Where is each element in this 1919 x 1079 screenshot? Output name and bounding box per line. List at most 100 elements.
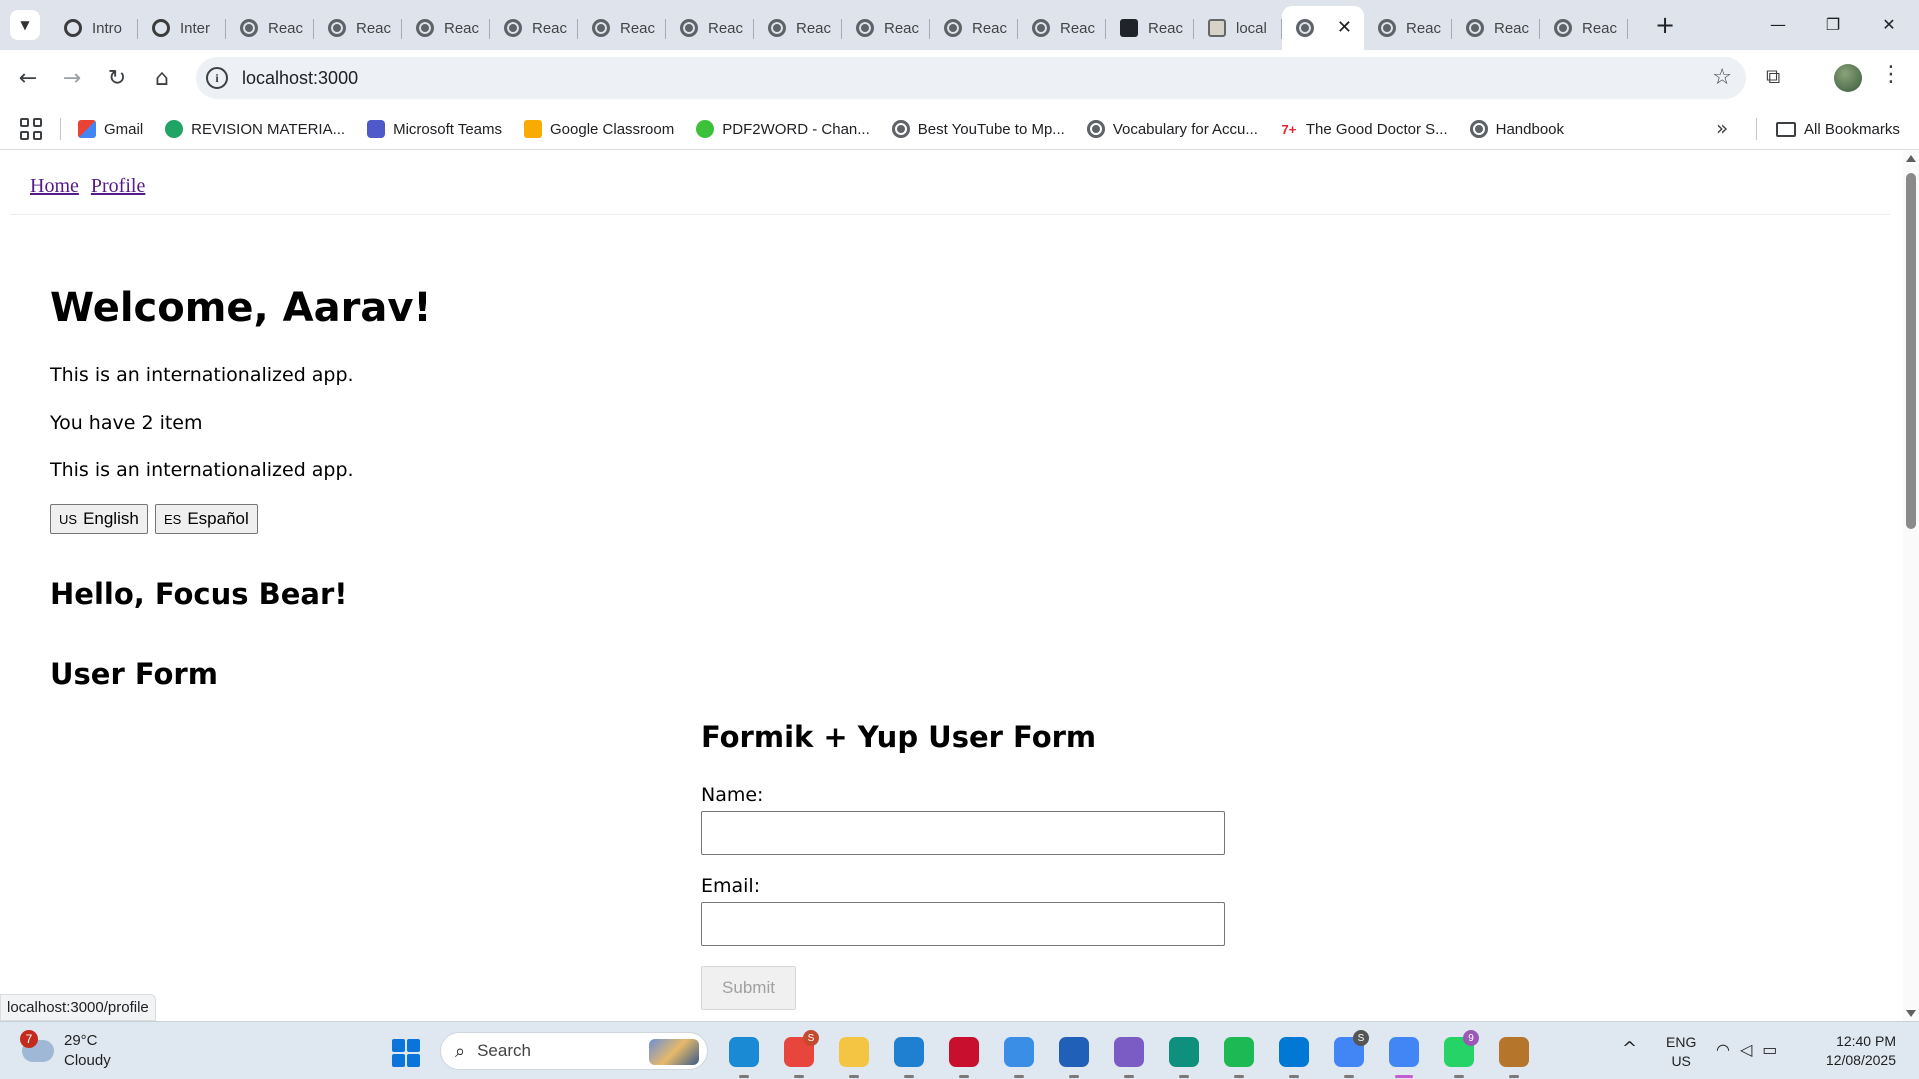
email-input[interactable]	[701, 902, 1225, 946]
tab[interactable]: Reac	[402, 9, 490, 47]
apps-grid-icon[interactable]	[20, 118, 42, 140]
system-clock[interactable]: 12:40 PM 12/08/2025	[1800, 1032, 1896, 1070]
taskbar-search[interactable]: ⌕ Search	[440, 1032, 708, 1070]
bookmark-label: Google Classroom	[550, 120, 675, 138]
tab[interactable]: Reac	[578, 9, 666, 47]
taskbar-app[interactable]	[889, 1032, 929, 1078]
tab[interactable]: Reac	[930, 9, 1018, 47]
windows-start-icon[interactable]	[392, 1039, 420, 1067]
bookmark-item[interactable]: Google Classroom	[524, 120, 674, 138]
all-bookmarks-button[interactable]: All Bookmarks	[1776, 108, 1900, 150]
bookmark-star-icon[interactable]: ☆	[1712, 65, 1732, 90]
tab[interactable]: Reac	[314, 9, 402, 47]
tab[interactable]: Reac	[666, 9, 754, 47]
tab[interactable]: Inter	[138, 9, 226, 47]
tab[interactable]: Reac	[754, 9, 842, 47]
bookmark-label: Best YouTube to Mp...	[917, 120, 1065, 138]
tab-label: Reac	[1060, 19, 1096, 37]
submit-button[interactable]: Submit	[701, 966, 796, 1010]
class-icon	[524, 120, 543, 138]
taskbar-app[interactable]	[1164, 1032, 1204, 1078]
taskbar-app[interactable]: S	[1329, 1030, 1369, 1078]
app-nav: Home Profile	[30, 175, 157, 198]
tab[interactable]: Reac	[842, 9, 930, 47]
scroll-thumb[interactable]	[1906, 173, 1916, 529]
site-info-icon[interactable]: i	[206, 67, 228, 89]
bookmark-item[interactable]: Handbook	[1469, 120, 1564, 138]
bookmark-item[interactable]: REVISION MATERIA...	[165, 120, 345, 138]
bookmark-item[interactable]: Vocabulary for Accu...	[1086, 120, 1258, 138]
bookmark-item[interactable]: Microsoft Teams	[367, 120, 502, 138]
taskbar-app[interactable]	[834, 1032, 874, 1078]
taskbar-app[interactable]	[1274, 1032, 1314, 1078]
input-language[interactable]: ENG US	[1666, 1033, 1696, 1071]
more-bookmarks-icon[interactable]: »	[1716, 116, 1728, 140]
tab[interactable]: Reac	[1540, 9, 1628, 47]
nav-link-profile[interactable]: Profile	[91, 175, 145, 197]
taskbar-app[interactable]	[944, 1032, 984, 1078]
volume-icon: ◁	[1739, 1040, 1753, 1059]
tab[interactable]: Reac	[1018, 9, 1106, 47]
tab[interactable]: Reac	[490, 9, 578, 47]
wifi-icon: ◠	[1716, 1040, 1730, 1059]
show-hidden-icons-chevron-icon[interactable]: ^	[1622, 1038, 1637, 1059]
app-badge: 9	[1463, 1030, 1479, 1046]
taskbar-app[interactable]	[1384, 1032, 1424, 1078]
copilot-icon	[1004, 1037, 1034, 1067]
spanish-button[interactable]: ES Español	[155, 504, 258, 534]
close-tab-icon[interactable]: ✕	[1337, 17, 1352, 38]
running-indicator	[1234, 1075, 1244, 1078]
taskbar-app[interactable]: S	[779, 1030, 819, 1078]
taskbar-app[interactable]	[1219, 1032, 1259, 1078]
taskbar-app[interactable]	[1494, 1032, 1534, 1078]
tab[interactable]: local	[1194, 9, 1282, 47]
tab-search-button[interactable]: ▼	[10, 10, 40, 40]
all-bookmarks-label: All Bookmarks	[1804, 120, 1900, 138]
tab[interactable]: Reac	[1364, 9, 1452, 47]
profile-avatar[interactable]	[1834, 64, 1862, 92]
new-tab-button[interactable]: +	[1650, 10, 1680, 40]
taskbar-app[interactable]: 9	[1439, 1030, 1479, 1078]
taskbar-app[interactable]	[999, 1032, 1039, 1078]
bookmark-item[interactable]: PDF2WORD - Chan...	[696, 120, 870, 138]
system-tray[interactable]: ◠ ◁ ▭	[1716, 1040, 1787, 1059]
bookmark-item[interactable]: Gmail	[78, 120, 143, 138]
close-window-button[interactable]: ✕	[1869, 8, 1909, 40]
extensions-icon[interactable]: ⧉	[1766, 64, 1792, 90]
reload-button[interactable]: ↻	[101, 62, 133, 94]
nav-divider	[10, 214, 1890, 215]
tab-label: Reac	[532, 19, 568, 37]
menu-kebab-icon[interactable]: ⋮	[1880, 62, 1902, 87]
english-button-label: English	[83, 509, 139, 528]
tab[interactable]: Reac	[1106, 9, 1194, 47]
address-text[interactable]: localhost:3000	[242, 68, 358, 89]
forward-button[interactable]: →	[56, 62, 88, 94]
tab[interactable]: Reac	[1452, 9, 1540, 47]
nav-link-home[interactable]: Home	[30, 175, 79, 197]
scroll-down-arrow-icon[interactable]	[1906, 1010, 1916, 1017]
name-input[interactable]	[701, 811, 1225, 855]
address-bar[interactable]: i localhost:3000 ☆	[196, 57, 1746, 99]
bookmark-item[interactable]: Best YouTube to Mp...	[891, 120, 1065, 138]
bookmark-item[interactable]: 7+ The Good Doctor S...	[1279, 120, 1448, 138]
restore-button[interactable]: ❐	[1813, 8, 1853, 40]
tab[interactable]: Intro	[50, 9, 138, 47]
running-indicator	[1014, 1075, 1024, 1078]
back-button[interactable]: ←	[12, 62, 44, 94]
home-button[interactable]: ⌂	[146, 62, 178, 94]
tab[interactable]: ✕	[1282, 6, 1364, 50]
tab[interactable]: Reac	[226, 9, 314, 47]
taskbar-app[interactable]	[1109, 1032, 1149, 1078]
folder-icon	[1776, 121, 1796, 137]
page-scrollbar[interactable]	[1903, 151, 1919, 1021]
taskbar-app[interactable]	[724, 1032, 764, 1078]
taskbar-app[interactable]	[1054, 1032, 1094, 1078]
language-region: US	[1671, 1053, 1691, 1069]
minimize-button[interactable]: —	[1758, 8, 1798, 40]
taskbar-apps: S S 9	[724, 1030, 1549, 1078]
scroll-up-arrow-icon[interactable]	[1906, 155, 1916, 162]
weather-widget[interactable]: 7 29°C Cloudy	[20, 1030, 111, 1071]
english-button[interactable]: US English	[50, 504, 148, 534]
running-indicator	[1509, 1075, 1519, 1078]
globe-icon	[592, 19, 610, 37]
